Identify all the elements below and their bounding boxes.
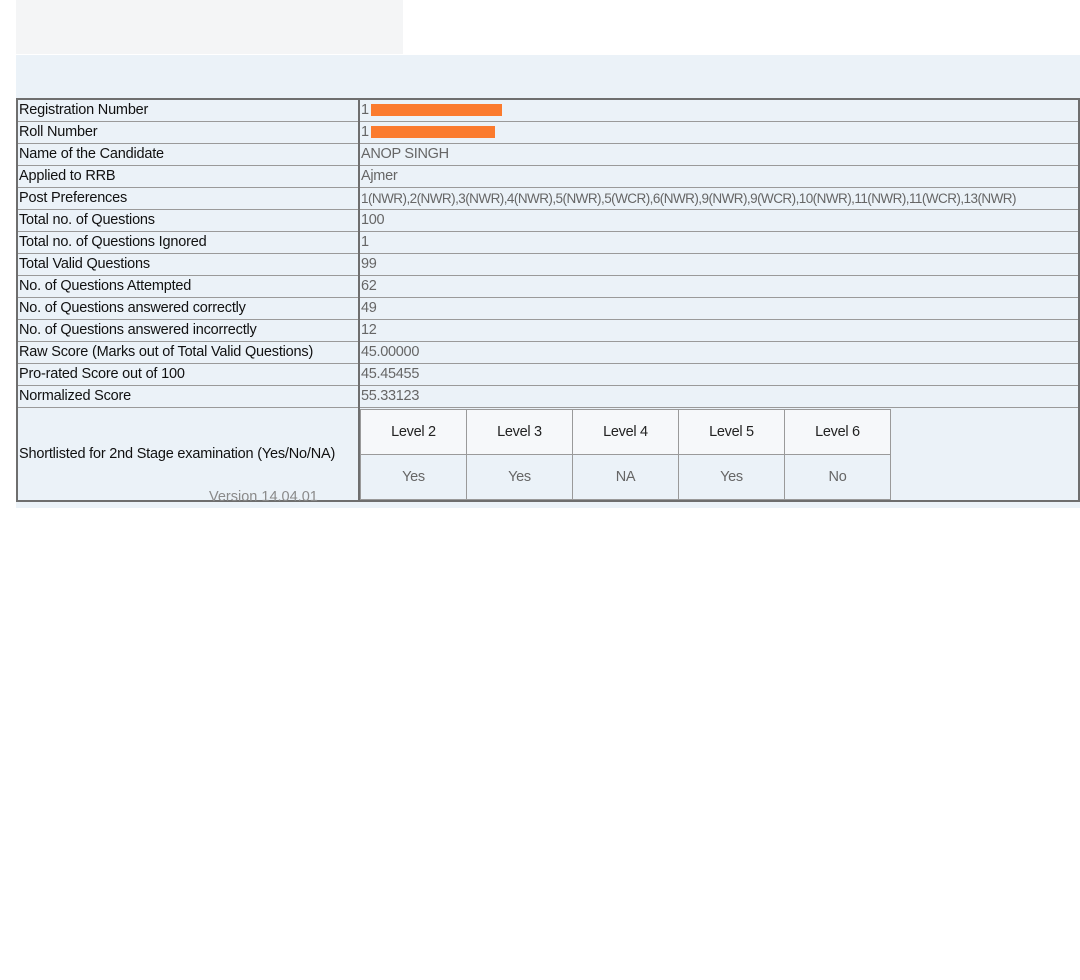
row-value: 62 <box>359 275 1080 298</box>
row-value: 45.00000 <box>359 341 1080 364</box>
row-label: Registration Number <box>17 99 360 122</box>
row-label: Roll Number <box>17 121 360 144</box>
levels-header-row: Level 2 Level 3 Level 4 Level 5 Level 6 <box>360 409 891 455</box>
row-value: 1 <box>359 231 1080 254</box>
row-label: Total no. of Questions Ignored <box>17 231 360 254</box>
level-status: Yes <box>678 454 785 500</box>
level-header: Level 2 <box>360 409 467 455</box>
top-strip <box>16 0 403 54</box>
shortlist-levels-cell: Level 2 Level 3 Level 4 Level 5 Level 6 … <box>359 407 1080 502</box>
level-header: Level 6 <box>784 409 891 455</box>
row-prorated-score: Pro-rated Score out of 100 45.45455 <box>17 363 1080 386</box>
row-questions-ignored: Total no. of Questions Ignored 1 <box>17 231 1080 254</box>
row-label: No. of Questions Attempted <box>17 275 360 298</box>
row-value: 1 <box>359 121 1080 144</box>
row-label: Post Preferences <box>17 187 360 210</box>
result-table: Registration Number 1 Roll Number 1 Name… <box>16 98 1080 502</box>
row-label: Name of the Candidate <box>17 143 360 166</box>
level-status: Yes <box>360 454 467 500</box>
row-raw-score: Raw Score (Marks out of Total Valid Ques… <box>17 341 1080 364</box>
level-header: Level 5 <box>678 409 785 455</box>
row-value: 100 <box>359 209 1080 232</box>
levels-status-row: Yes Yes NA Yes No <box>360 454 891 500</box>
levels-table: Level 2 Level 3 Level 4 Level 5 Level 6 … <box>360 409 891 500</box>
row-value: 12 <box>359 319 1080 342</box>
row-roll-number: Roll Number 1 <box>17 121 1080 144</box>
row-value: 1(NWR),2(NWR),3(NWR),4(NWR),5(NWR),5(WCR… <box>359 187 1080 210</box>
row-value: 49 <box>359 297 1080 320</box>
row-label: No. of Questions answered incorrectly <box>17 319 360 342</box>
row-label: Total no. of Questions <box>17 209 360 232</box>
row-answered-correctly: No. of Questions answered correctly 49 <box>17 297 1080 320</box>
redaction-bar <box>370 104 502 117</box>
row-label: Raw Score (Marks out of Total Valid Ques… <box>17 341 360 364</box>
row-value: 1 <box>359 99 1080 122</box>
row-shortlisted: Shortlisted for 2nd Stage examination (Y… <box>17 407 1080 502</box>
row-value: ANOP SINGH <box>359 143 1080 166</box>
row-label: Normalized Score <box>17 385 360 408</box>
row-candidate-name: Name of the Candidate ANOP SINGH <box>17 143 1080 166</box>
row-value: 55.33123 <box>359 385 1080 408</box>
row-label: Applied to RRB <box>17 165 360 188</box>
result-panel: Registration Number 1 Roll Number 1 Name… <box>16 55 1080 508</box>
row-label: Total Valid Questions <box>17 253 360 276</box>
level-status: Yes <box>466 454 573 500</box>
row-questions-attempted: No. of Questions Attempted 62 <box>17 275 1080 298</box>
row-label: No. of Questions answered correctly <box>17 297 360 320</box>
row-normalized-score: Normalized Score 55.33123 <box>17 385 1080 408</box>
row-label: Shortlisted for 2nd Stage examination (Y… <box>17 407 360 502</box>
level-status: No <box>784 454 891 500</box>
level-status: NA <box>572 454 679 500</box>
row-value: Ajmer <box>359 165 1080 188</box>
row-label: Pro-rated Score out of 100 <box>17 363 360 386</box>
row-answered-incorrectly: No. of Questions answered incorrectly 12 <box>17 319 1080 342</box>
row-registration-number: Registration Number 1 <box>17 99 1080 122</box>
value-text: 1 <box>361 124 369 140</box>
level-header: Level 4 <box>572 409 679 455</box>
redaction-bar <box>370 126 495 139</box>
row-value: 45.45455 <box>359 363 1080 386</box>
row-valid-questions: Total Valid Questions 99 <box>17 253 1080 276</box>
row-value: 99 <box>359 253 1080 276</box>
row-applied-rrb: Applied to RRB Ajmer <box>17 165 1080 188</box>
value-text: 1 <box>361 102 369 118</box>
version-label: Version 14.04.01 <box>209 489 318 505</box>
row-total-questions: Total no. of Questions 100 <box>17 209 1080 232</box>
row-post-preferences: Post Preferences 1(NWR),2(NWR),3(NWR),4(… <box>17 187 1080 210</box>
level-header: Level 3 <box>466 409 573 455</box>
